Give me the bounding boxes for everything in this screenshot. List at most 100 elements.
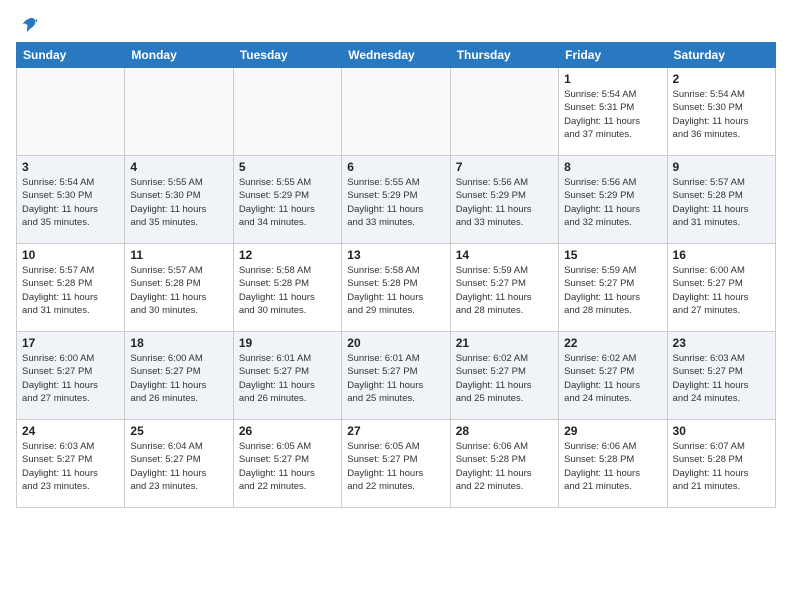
page-header: [16, 16, 776, 30]
day-info: Sunrise: 6:01 AM Sunset: 5:27 PM Dayligh…: [239, 352, 336, 405]
weekday-header-thursday: Thursday: [450, 43, 558, 68]
calendar-cell: 10 Sunrise: 5:57 AM Sunset: 5:28 PM Dayli…: [17, 244, 125, 332]
day-number: 22: [564, 336, 661, 350]
weekday-header-sunday: Sunday: [17, 43, 125, 68]
day-number: 13: [347, 248, 444, 262]
day-info: Sunrise: 5:54 AM Sunset: 5:30 PM Dayligh…: [22, 176, 119, 229]
day-info: Sunrise: 5:55 AM Sunset: 5:29 PM Dayligh…: [347, 176, 444, 229]
day-info: Sunrise: 6:02 AM Sunset: 5:27 PM Dayligh…: [456, 352, 553, 405]
day-info: Sunrise: 5:57 AM Sunset: 5:28 PM Dayligh…: [22, 264, 119, 317]
calendar-cell: [125, 68, 233, 156]
calendar-header: SundayMondayTuesdayWednesdayThursdayFrid…: [17, 43, 776, 68]
calendar-cell: 26Sunrise: 6:05 AM Sunset: 5:27 PM Dayli…: [233, 420, 341, 508]
calendar-cell: 3 Sunrise: 5:54 AM Sunset: 5:30 PM Daylig…: [17, 156, 125, 244]
day-number: 14: [456, 248, 553, 262]
day-info: Sunrise: 6:01 AM Sunset: 5:27 PM Dayligh…: [347, 352, 444, 405]
calendar-cell: 22 Sunrise: 6:02 AM Sunset: 5:27 PM Dayli…: [559, 332, 667, 420]
day-number: 15: [564, 248, 661, 262]
day-info: Sunrise: 5:55 AM Sunset: 5:30 PM Dayligh…: [130, 176, 227, 229]
calendar-cell: 2 Sunrise: 5:54 AM Sunset: 5:30 PM Daylig…: [667, 68, 775, 156]
calendar-week-row: 17Sunrise: 6:00 AM Sunset: 5:27 PM Dayli…: [17, 332, 776, 420]
day-number: 27: [347, 424, 444, 438]
calendar-week-row: 24 Sunrise: 6:03 AM Sunset: 5:27 PM Dayli…: [17, 420, 776, 508]
weekday-header-row: SundayMondayTuesdayWednesdayThursdayFrid…: [17, 43, 776, 68]
day-number: 25: [130, 424, 227, 438]
day-info: Sunrise: 5:56 AM Sunset: 5:29 PM Dayligh…: [456, 176, 553, 229]
day-info: Sunrise: 5:57 AM Sunset: 5:28 PM Dayligh…: [130, 264, 227, 317]
day-number: 18: [130, 336, 227, 350]
weekday-header-tuesday: Tuesday: [233, 43, 341, 68]
day-info: Sunrise: 5:54 AM Sunset: 5:31 PM Dayligh…: [564, 88, 661, 141]
day-number: 11: [130, 248, 227, 262]
day-number: 3: [22, 160, 119, 174]
day-info: Sunrise: 5:58 AM Sunset: 5:28 PM Dayligh…: [347, 264, 444, 317]
calendar-cell: [17, 68, 125, 156]
day-number: 6: [347, 160, 444, 174]
day-info: Sunrise: 5:55 AM Sunset: 5:29 PM Dayligh…: [239, 176, 336, 229]
day-info: Sunrise: 6:03 AM Sunset: 5:27 PM Dayligh…: [22, 440, 119, 493]
day-info: Sunrise: 5:59 AM Sunset: 5:27 PM Dayligh…: [564, 264, 661, 317]
day-info: Sunrise: 6:04 AM Sunset: 5:27 PM Dayligh…: [130, 440, 227, 493]
day-number: 12: [239, 248, 336, 262]
calendar-cell: 16Sunrise: 6:00 AM Sunset: 5:27 PM Dayli…: [667, 244, 775, 332]
weekday-header-monday: Monday: [125, 43, 233, 68]
calendar-week-row: 10 Sunrise: 5:57 AM Sunset: 5:28 PM Dayli…: [17, 244, 776, 332]
calendar-cell: 21Sunrise: 6:02 AM Sunset: 5:27 PM Dayli…: [450, 332, 558, 420]
day-info: Sunrise: 6:06 AM Sunset: 5:28 PM Dayligh…: [456, 440, 553, 493]
logo: [16, 16, 38, 30]
day-number: 8: [564, 160, 661, 174]
calendar-cell: 17Sunrise: 6:00 AM Sunset: 5:27 PM Dayli…: [17, 332, 125, 420]
calendar-week-row: 1 Sunrise: 5:54 AM Sunset: 5:31 PM Daylig…: [17, 68, 776, 156]
weekday-header-friday: Friday: [559, 43, 667, 68]
calendar-cell: 29 Sunrise: 6:06 AM Sunset: 5:28 PM Dayli…: [559, 420, 667, 508]
day-number: 24: [22, 424, 119, 438]
day-number: 1: [564, 72, 661, 86]
day-info: Sunrise: 5:57 AM Sunset: 5:28 PM Dayligh…: [673, 176, 770, 229]
calendar-cell: 15 Sunrise: 5:59 AM Sunset: 5:27 PM Dayli…: [559, 244, 667, 332]
calendar-cell: 28 Sunrise: 6:06 AM Sunset: 5:28 PM Dayli…: [450, 420, 558, 508]
day-number: 20: [347, 336, 444, 350]
calendar-week-row: 3 Sunrise: 5:54 AM Sunset: 5:30 PM Daylig…: [17, 156, 776, 244]
day-number: 23: [673, 336, 770, 350]
calendar-cell: 11 Sunrise: 5:57 AM Sunset: 5:28 PM Dayli…: [125, 244, 233, 332]
day-number: 2: [673, 72, 770, 86]
day-info: Sunrise: 5:58 AM Sunset: 5:28 PM Dayligh…: [239, 264, 336, 317]
calendar-body: 1 Sunrise: 5:54 AM Sunset: 5:31 PM Daylig…: [17, 68, 776, 508]
calendar-cell: 5 Sunrise: 5:55 AM Sunset: 5:29 PM Daylig…: [233, 156, 341, 244]
day-number: 28: [456, 424, 553, 438]
day-number: 4: [130, 160, 227, 174]
weekday-header-saturday: Saturday: [667, 43, 775, 68]
day-info: Sunrise: 5:54 AM Sunset: 5:30 PM Dayligh…: [673, 88, 770, 141]
day-info: Sunrise: 6:06 AM Sunset: 5:28 PM Dayligh…: [564, 440, 661, 493]
calendar-cell: [450, 68, 558, 156]
calendar-table: SundayMondayTuesdayWednesdayThursdayFrid…: [16, 42, 776, 508]
day-info: Sunrise: 6:00 AM Sunset: 5:27 PM Dayligh…: [22, 352, 119, 405]
day-number: 7: [456, 160, 553, 174]
day-number: 26: [239, 424, 336, 438]
day-number: 19: [239, 336, 336, 350]
calendar-cell: [342, 68, 450, 156]
calendar-cell: 20 Sunrise: 6:01 AM Sunset: 5:27 PM Dayli…: [342, 332, 450, 420]
calendar-cell: 12 Sunrise: 5:58 AM Sunset: 5:28 PM Dayli…: [233, 244, 341, 332]
day-info: Sunrise: 6:07 AM Sunset: 5:28 PM Dayligh…: [673, 440, 770, 493]
day-number: 30: [673, 424, 770, 438]
day-number: 10: [22, 248, 119, 262]
calendar-cell: 6 Sunrise: 5:55 AM Sunset: 5:29 PM Daylig…: [342, 156, 450, 244]
calendar-cell: 18 Sunrise: 6:00 AM Sunset: 5:27 PM Dayli…: [125, 332, 233, 420]
calendar-cell: 8 Sunrise: 5:56 AM Sunset: 5:29 PM Daylig…: [559, 156, 667, 244]
calendar-cell: 1 Sunrise: 5:54 AM Sunset: 5:31 PM Daylig…: [559, 68, 667, 156]
calendar-cell: 25 Sunrise: 6:04 AM Sunset: 5:27 PM Dayli…: [125, 420, 233, 508]
day-number: 29: [564, 424, 661, 438]
calendar-cell: 30 Sunrise: 6:07 AM Sunset: 5:28 PM Dayli…: [667, 420, 775, 508]
day-info: Sunrise: 6:00 AM Sunset: 5:27 PM Dayligh…: [130, 352, 227, 405]
calendar-cell: 19 Sunrise: 6:01 AM Sunset: 5:27 PM Dayli…: [233, 332, 341, 420]
calendar-cell: 24 Sunrise: 6:03 AM Sunset: 5:27 PM Dayli…: [17, 420, 125, 508]
calendar-cell: 14Sunrise: 5:59 AM Sunset: 5:27 PM Dayli…: [450, 244, 558, 332]
calendar-cell: [233, 68, 341, 156]
calendar-cell: 7 Sunrise: 5:56 AM Sunset: 5:29 PM Daylig…: [450, 156, 558, 244]
calendar-cell: 13 Sunrise: 5:58 AM Sunset: 5:28 PM Dayli…: [342, 244, 450, 332]
calendar-cell: 4 Sunrise: 5:55 AM Sunset: 5:30 PM Daylig…: [125, 156, 233, 244]
day-info: Sunrise: 6:02 AM Sunset: 5:27 PM Dayligh…: [564, 352, 661, 405]
day-number: 5: [239, 160, 336, 174]
day-info: Sunrise: 5:56 AM Sunset: 5:29 PM Dayligh…: [564, 176, 661, 229]
